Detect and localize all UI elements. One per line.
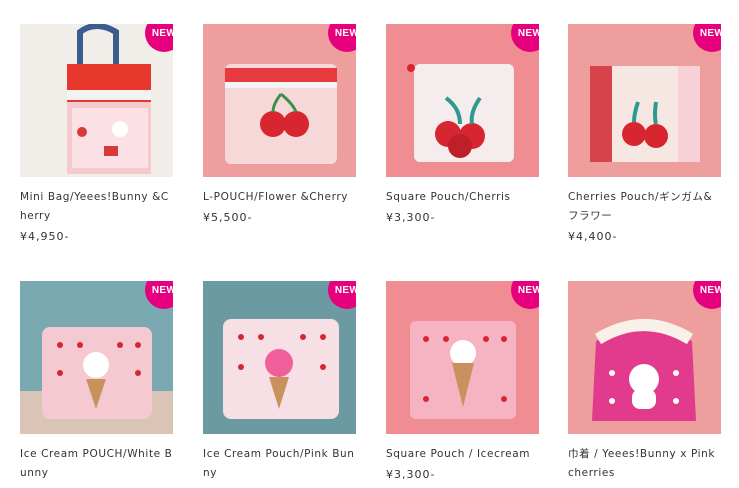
product-price: ¥4,950- (20, 230, 70, 243)
ice-cream-white-bunny-photo (20, 281, 173, 434)
drawstring-bag-photo (568, 281, 721, 434)
square-pouch-icecream-photo (386, 281, 539, 434)
product-card[interactable]: NEW Square Pouch / Icecream ¥3,300- (386, 281, 539, 481)
l-pouch-photo (203, 24, 356, 177)
product-card[interactable]: NEW Ice Cream POUCH/White Bunny (20, 281, 173, 487)
product-image[interactable]: NEW (203, 24, 356, 177)
product-image[interactable]: NEW (568, 281, 721, 434)
product-card[interactable]: NEW Mini Bag/Yeees!Bunny &Cherry ¥4,950- (20, 24, 173, 243)
product-image[interactable]: NEW (20, 24, 173, 177)
product-price: ¥5,500- (203, 211, 253, 224)
product-card[interactable]: NEW Ice Cream Pouch/Pink Bunny (203, 281, 356, 487)
product-card[interactable]: NEW L-POUCH/Flower &Cherry ¥5,500- (203, 24, 356, 224)
product-price: ¥3,300- (386, 468, 436, 481)
product-name[interactable]: Square Pouch/Cherris (386, 188, 539, 207)
product-price: ¥3,300- (386, 211, 436, 224)
ice-cream-pink-bunny-photo (203, 281, 356, 434)
mini-bag-photo (20, 24, 173, 177)
product-image[interactable]: NEW (20, 281, 173, 434)
product-card[interactable]: NEW Square Pouch/Cherris ¥3,300- (386, 24, 539, 224)
square-pouch-photo (386, 24, 539, 177)
product-image[interactable]: NEW (568, 24, 721, 177)
product-name[interactable]: 巾着 / Yeees!Bunny x Pink cherries (568, 445, 721, 483)
product-card[interactable]: NEW Cherries Pouch/ギンガム&フラワー ¥4,400- (568, 24, 721, 243)
product-name[interactable]: Ice Cream POUCH/White Bunny (20, 445, 173, 483)
product-name[interactable]: L-POUCH/Flower &Cherry (203, 188, 356, 207)
product-image[interactable]: NEW (386, 281, 539, 434)
product-name[interactable]: Cherries Pouch/ギンガム&フラワー (568, 188, 721, 226)
product-price: ¥4,400- (568, 230, 618, 243)
product-name[interactable]: Mini Bag/Yeees!Bunny &Cherry (20, 188, 173, 226)
product-image[interactable]: NEW (386, 24, 539, 177)
product-name[interactable]: Square Pouch / Icecream (386, 445, 539, 464)
cherries-pouch-photo (568, 24, 721, 177)
product-image[interactable]: NEW (203, 281, 356, 434)
product-name[interactable]: Ice Cream Pouch/Pink Bunny (203, 445, 356, 483)
product-card[interactable]: NEW 巾着 / Yeees!Bunny x Pink cherries (568, 281, 721, 487)
